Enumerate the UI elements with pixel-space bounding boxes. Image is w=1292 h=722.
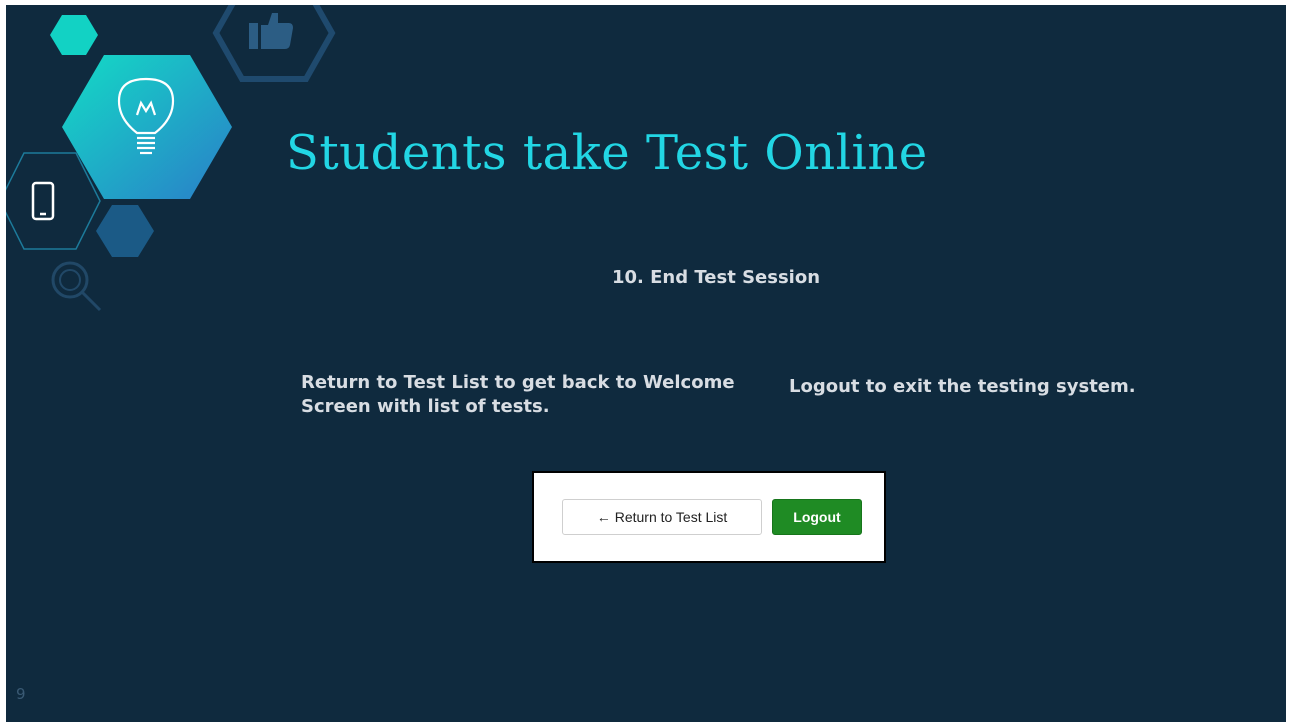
slide: Students take Test Online 10. End Test S… bbox=[6, 5, 1286, 722]
thumbs-up-icon bbox=[249, 13, 293, 49]
page-number: 9 bbox=[16, 685, 26, 703]
arrow-left-icon: ← bbox=[596, 509, 611, 525]
logout-button[interactable]: Logout bbox=[772, 499, 862, 535]
dark-blue-hexagon bbox=[96, 205, 154, 257]
slide-title: Students take Test Online bbox=[286, 125, 928, 181]
buttons-screenshot: ← Return to Test List Logout bbox=[532, 471, 886, 563]
logout-button-label: Logout bbox=[793, 509, 841, 525]
step-heading: 10. End Test Session bbox=[611, 267, 821, 288]
smartphone-icon bbox=[31, 181, 55, 221]
magnifier-icon bbox=[51, 261, 102, 312]
small-teal-hexagon bbox=[50, 15, 98, 55]
return-instruction-text: Return to Test List to get back to Welco… bbox=[301, 372, 735, 417]
return-button-label: Return to Test List bbox=[614, 509, 728, 525]
logout-instruction-text: Logout to exit the testing system. bbox=[789, 376, 1136, 397]
return-to-test-list-button[interactable]: ← Return to Test List bbox=[562, 499, 762, 535]
